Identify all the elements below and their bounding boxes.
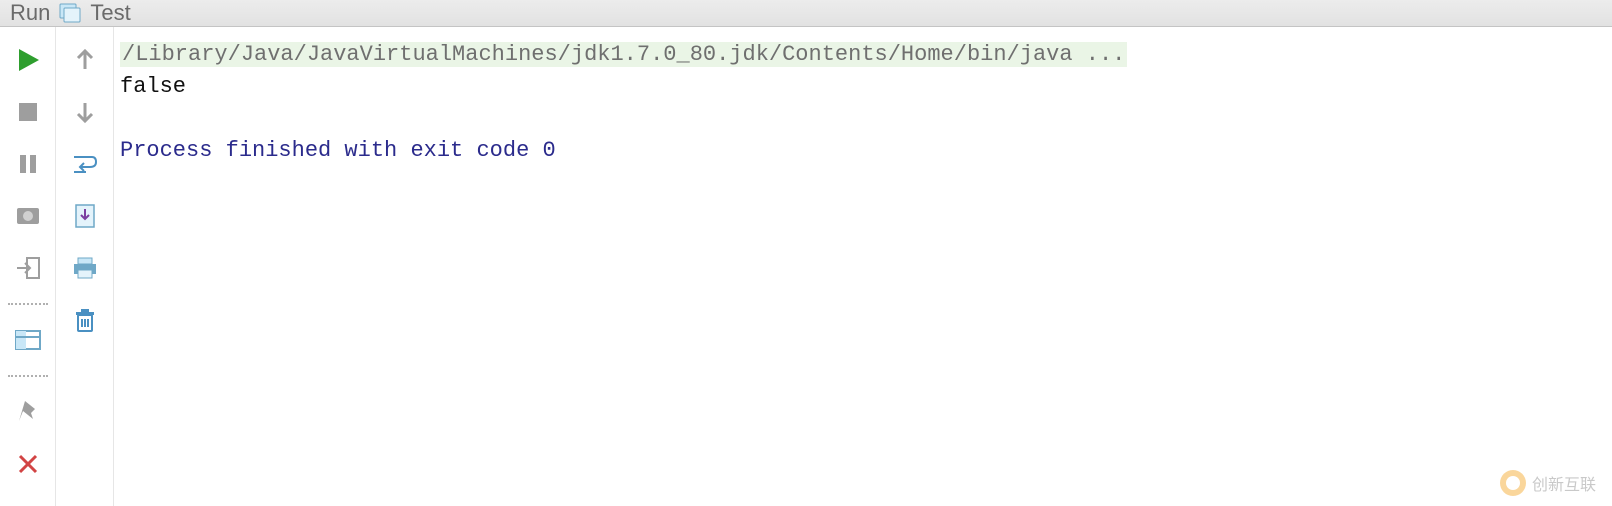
close-button[interactable] (11, 447, 45, 481)
dump-threads-button[interactable] (11, 199, 45, 233)
pin-button[interactable] (11, 395, 45, 429)
soft-wrap-button[interactable] (68, 147, 102, 181)
console-output[interactable]: /Library/Java/JavaVirtualMachines/jdk1.7… (114, 27, 1612, 506)
clear-all-button[interactable] (68, 303, 102, 337)
exit-button[interactable] (11, 251, 45, 285)
console-command-line: /Library/Java/JavaVirtualMachines/jdk1.7… (120, 42, 1127, 67)
stop-button[interactable] (11, 95, 45, 129)
watermark: 创新互联 (1500, 470, 1596, 496)
run-tool-window-body: /Library/Java/JavaVirtualMachines/jdk1.7… (0, 27, 1612, 506)
console-stdout-line: false (120, 71, 1606, 103)
pause-button[interactable] (11, 147, 45, 181)
layout-button[interactable] (11, 323, 45, 357)
more-button[interactable] (11, 499, 45, 506)
console-exit-line: Process finished with exit code 0 (120, 135, 1606, 167)
print-button[interactable] (68, 251, 102, 285)
scroll-to-end-button[interactable] (68, 199, 102, 233)
up-stacktrace-button[interactable] (68, 43, 102, 77)
console-toolbar (56, 27, 114, 506)
watermark-icon (1500, 470, 1526, 496)
toolbar-separator (8, 375, 48, 377)
tool-window-header: Run Test (0, 0, 1612, 27)
toolbar-separator (8, 303, 48, 305)
run-label: Run (10, 0, 50, 26)
watermark-text: 创新互联 (1532, 471, 1596, 495)
down-stacktrace-button[interactable] (68, 95, 102, 129)
run-toolbar-left (0, 27, 56, 506)
rerun-button[interactable] (11, 43, 45, 77)
run-config-icon (58, 3, 82, 23)
run-config-name: Test (90, 0, 130, 26)
